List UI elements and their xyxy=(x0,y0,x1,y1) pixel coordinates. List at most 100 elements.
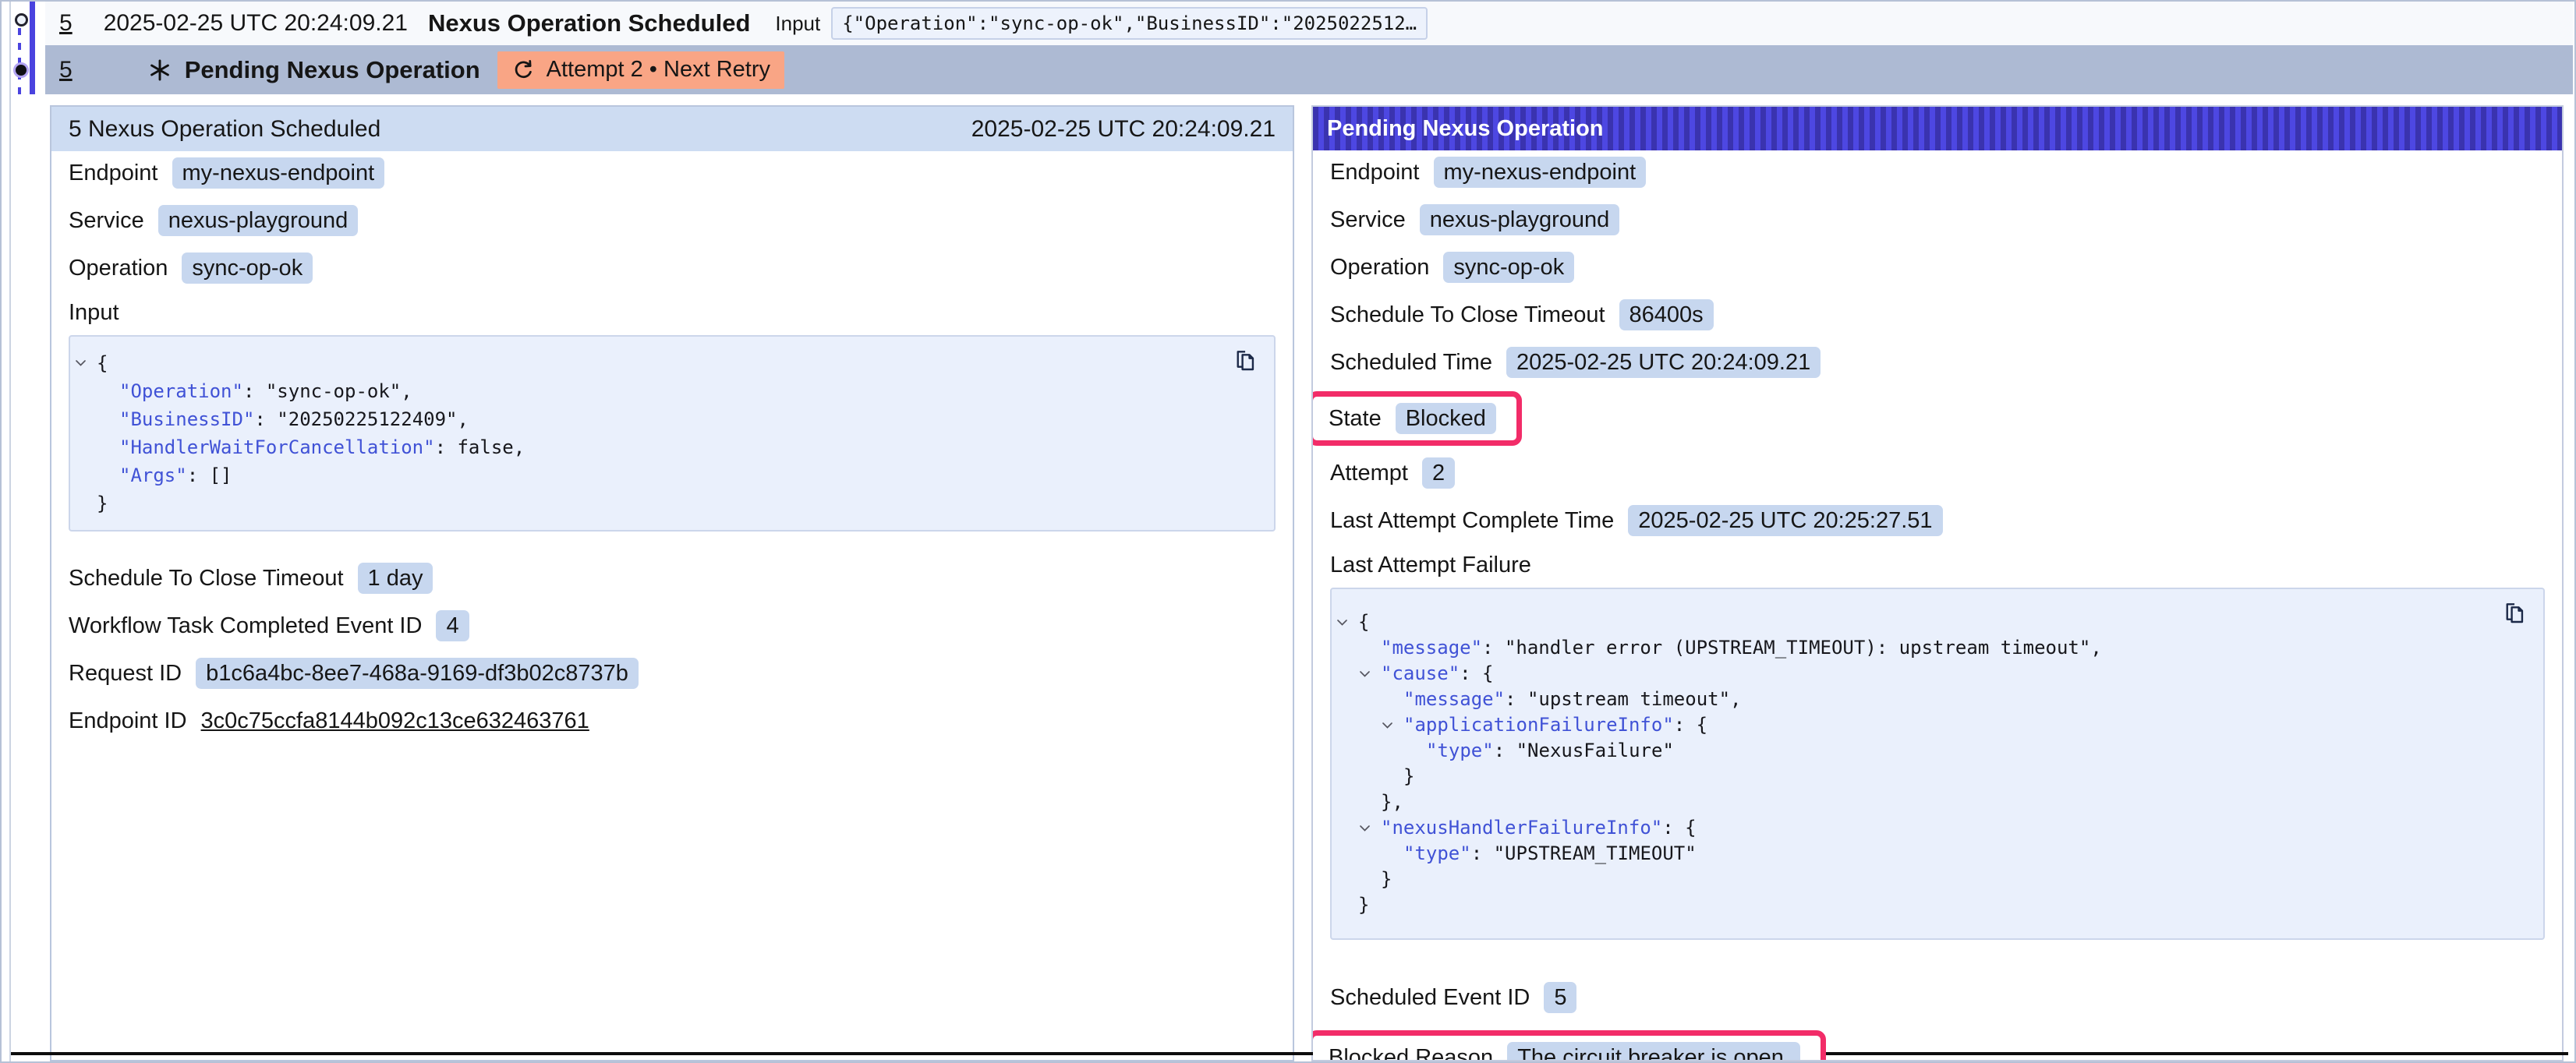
field-label: Operation xyxy=(69,256,168,281)
json-key: "applicationFailureInfo" xyxy=(1403,714,1674,736)
json-text: , xyxy=(2090,637,2101,659)
json-line: "Args": [] xyxy=(70,461,1274,489)
failure-json-block: {"message": "handler error (UPSTREAM_TIM… xyxy=(1330,588,2545,940)
field-label: Service xyxy=(1330,207,1406,233)
json-text: "UPSTREAM_TIMEOUT" xyxy=(1494,842,1697,864)
json-key: "BusinessID" xyxy=(119,408,254,430)
json-line: } xyxy=(1332,867,2543,892)
json-text: } xyxy=(1403,765,1414,787)
json-text: : { xyxy=(1460,662,1493,684)
event-input-label: Input xyxy=(775,12,820,36)
json-text: : xyxy=(435,436,458,458)
json-text: { xyxy=(97,352,108,374)
field-row-attempt: Attempt2 xyxy=(1330,457,2545,489)
bottom-divider-line xyxy=(11,1052,2568,1055)
json-text: : xyxy=(1505,688,1527,710)
field-value-chip: sync-op-ok xyxy=(1443,252,1574,283)
field-value-chip: 5 xyxy=(1544,982,1576,1013)
collapse-caret-icon[interactable] xyxy=(1359,825,1371,832)
field-row-operation: Operation sync-op-ok xyxy=(69,253,1276,284)
event-detail-panel: 5 Nexus Operation Scheduled 2025-02-25 U… xyxy=(50,105,1294,1061)
page-left-border xyxy=(9,2,11,1061)
json-text: "20250225122409" xyxy=(277,408,457,430)
json-line: "BusinessID": "20250225122409", xyxy=(70,405,1274,433)
collapse-caret-icon[interactable] xyxy=(1382,722,1393,729)
json-line: }, xyxy=(1332,789,2543,815)
event-node-icon[interactable] xyxy=(15,13,28,26)
failure-section-label: Last Attempt Failure xyxy=(1330,553,2545,578)
field-value-chip: 1 day xyxy=(358,563,433,594)
json-line: "type": "NexusFailure" xyxy=(1332,738,2543,764)
json-line: { xyxy=(1332,609,2543,635)
field-value-chip: my-nexus-endpoint xyxy=(1434,157,1647,188)
json-text: } xyxy=(97,493,108,514)
json-text: : { xyxy=(1662,817,1696,839)
field-label: Endpoint xyxy=(1330,160,1420,185)
json-text: : xyxy=(1471,842,1494,864)
field-label: Last Attempt Complete Time xyxy=(1330,508,1614,534)
json-text: : xyxy=(1494,740,1516,761)
field-label: Endpoint ID xyxy=(69,708,187,734)
field-row-operation: Operationsync-op-ok xyxy=(1330,252,2545,283)
selected-event-node-icon[interactable] xyxy=(13,62,29,78)
json-line: "message": "handler error (UPSTREAM_TIME… xyxy=(1332,635,2543,661)
timeline-dashed-connector xyxy=(18,28,21,95)
pending-operation-panel: Pending Nexus Operation Endpointmy-nexus… xyxy=(1311,105,2564,1061)
json-key: "cause" xyxy=(1381,662,1460,684)
event-timestamp: 2025-02-25 UTC 20:24:09.21 xyxy=(104,10,408,37)
field-value-chip: 2025-02-25 UTC 20:25:27.51 xyxy=(1628,505,1942,536)
field-row-service: Servicenexus-playground xyxy=(69,205,1276,236)
retry-badge-label: Attempt 2 • Next Retry xyxy=(547,57,770,83)
json-text: "handler error (UPSTREAM_TIMEOUT): upstr… xyxy=(1505,637,2090,659)
field-row-scheduled-event-id: Scheduled Event ID 5 xyxy=(1330,982,2545,1013)
json-line: "HandlerWaitForCancellation": false, xyxy=(70,433,1274,461)
field-row-request-id: Request ID b1c6a4bc-8ee7-468a-9169-df3b02… xyxy=(69,658,1276,689)
field-value-chip: 2 xyxy=(1422,457,1455,489)
field-value-link[interactable]: 3c0c75ccfa8144b092c13ce632463761 xyxy=(201,708,589,734)
event-title: Nexus Operation Scheduled xyxy=(428,9,750,37)
blocked-reason-highlight-box: Blocked ReasonThe circuit breaker is ope… xyxy=(1311,1030,1826,1061)
pending-event-id-link[interactable]: 5 xyxy=(59,57,73,83)
collapse-caret-icon[interactable] xyxy=(1359,670,1371,678)
retry-icon xyxy=(511,58,536,82)
json-line: "message": "upstream timeout", xyxy=(1332,687,2543,712)
event-detail-header: 5 Nexus Operation Scheduled 2025-02-25 U… xyxy=(51,107,1293,151)
field-row-service: Servicenexus-playground xyxy=(1330,204,2545,235)
field-label: Schedule To Close Timeout xyxy=(69,566,344,592)
retry-badge: Attempt 2 • Next Retry xyxy=(497,51,784,89)
json-text: , xyxy=(401,380,412,402)
json-line: { xyxy=(70,349,1274,377)
input-json-block: {"Operation": "sync-op-ok","BusinessID":… xyxy=(69,335,1276,532)
json-text: , xyxy=(457,408,468,430)
json-text: }, xyxy=(1381,791,1403,813)
json-line: "nexusHandlerFailureInfo": { xyxy=(1332,815,2543,841)
field-row-endpoint: Endpoint my-nexus-endpoint xyxy=(1330,157,2545,188)
json-line: "applicationFailureInfo": { xyxy=(1332,712,2543,738)
event-id-link[interactable]: 5 xyxy=(59,10,73,37)
json-line: "cause": { xyxy=(1332,661,2543,687)
field-row-workflow-task-completed-event-id: Workflow Task Completed Event ID4 xyxy=(69,610,1276,641)
json-text: "upstream timeout" xyxy=(1527,688,1730,710)
json-key: "message" xyxy=(1403,688,1505,710)
json-text: : { xyxy=(1674,714,1707,736)
field-value-chip: 4 xyxy=(436,610,469,641)
field-value-chip: 2025-02-25 UTC 20:24:09.21 xyxy=(1506,347,1821,378)
detail-panels: 5 Nexus Operation Scheduled 2025-02-25 U… xyxy=(50,105,2564,1061)
collapse-caret-icon[interactable] xyxy=(75,359,87,367)
json-line: } xyxy=(70,489,1274,517)
nexus-event-details-screen: 5 2025-02-25 UTC 20:24:09.21 Nexus Opera… xyxy=(0,0,2576,1063)
field-value-chip: nexus-playground xyxy=(158,205,359,236)
collapse-caret-icon[interactable] xyxy=(1336,619,1348,627)
field-label: Scheduled Event ID xyxy=(1330,985,1530,1011)
event-summary-row[interactable]: 5 2025-02-25 UTC 20:24:09.21 Nexus Opera… xyxy=(45,2,2573,45)
field-row-blocked-reason: Blocked ReasonThe circuit breaker is ope… xyxy=(1330,1029,2545,1061)
pending-operation-row[interactable]: 5 Pending Nexus Operation Attempt 2 • Ne… xyxy=(45,45,2573,94)
event-detail-header-title: 5 Nexus Operation Scheduled xyxy=(69,116,380,143)
field-label: Request ID xyxy=(69,661,182,687)
field-value-chip: sync-op-ok xyxy=(182,253,313,284)
json-text: false xyxy=(457,436,513,458)
field-value-chip: b1c6a4bc-8ee7-468a-9169-df3b02c8737b xyxy=(196,658,639,689)
field-label: Endpoint xyxy=(69,161,158,186)
json-text: "NexusFailure" xyxy=(1516,740,1674,761)
json-text: , xyxy=(1730,688,1741,710)
